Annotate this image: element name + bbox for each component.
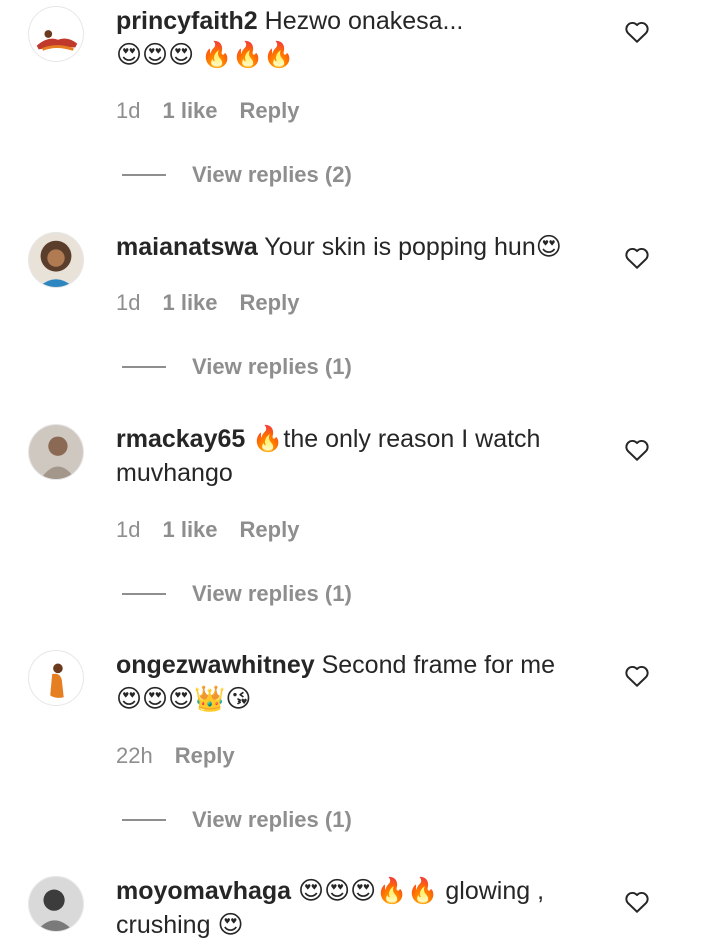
comment-text: moyomavhaga 😍😍😍🔥🔥 glowing , crushing 😍 [116, 874, 596, 942]
comment-time: 1d [116, 517, 141, 542]
comment-emojis: 😍😍😍 🔥🔥🔥 [116, 41, 295, 69]
avatar[interactable] [28, 650, 84, 706]
comment-text: maianatswa Your skin is popping hun😍 [116, 230, 596, 264]
heart-outline-icon[interactable] [624, 664, 650, 688]
reply-button[interactable]: Reply [240, 517, 300, 543]
comment-body: Second frame for me [314, 651, 556, 679]
view-replies-button[interactable]: View replies (2) [122, 162, 352, 188]
comment-text: ongezwawhitney Second frame for me 😍😍😍👑😘 [116, 648, 596, 716]
comment-time: 1d [116, 98, 141, 123]
comment-likes[interactable]: 1 like [162, 517, 217, 543]
comment-emojis: 😍😍😍👑😘 [116, 685, 252, 713]
view-replies-label: View replies (1) [192, 807, 352, 832]
comment-username[interactable]: moyomavhaga [116, 877, 291, 905]
heart-outline-icon[interactable] [624, 438, 650, 462]
comment-meta: 1d 1 like Reply [116, 290, 299, 316]
comment-username[interactable]: maianatswa [116, 233, 258, 261]
comment-likes[interactable]: 1 like [162, 98, 217, 124]
comment-username[interactable]: princyfaith2 [116, 7, 258, 35]
comment-meta: 1d 1 like Reply [116, 517, 299, 543]
view-replies-button[interactable]: View replies (1) [122, 807, 352, 833]
comment-body: Hezwo onakesa... [257, 7, 464, 35]
comment-emojis: 😍 [217, 911, 244, 939]
comment-text: rmackay65 🔥the only reason I watch muvha… [116, 422, 596, 490]
heart-outline-icon[interactable] [624, 20, 650, 44]
avatar[interactable] [28, 876, 84, 932]
avatar[interactable] [28, 424, 84, 480]
comment-text: princyfaith2 Hezwo onakesa... 😍😍😍 🔥🔥🔥 [116, 4, 596, 72]
avatar[interactable] [28, 6, 84, 62]
heart-outline-icon[interactable] [624, 246, 650, 270]
view-replies-label: View replies (1) [192, 354, 352, 379]
comment-meta: 22h Reply [116, 743, 235, 769]
comment-likes[interactable]: 1 like [162, 290, 217, 316]
comment-body: Your skin is popping hun [257, 233, 536, 261]
comment-meta: 1d 1 like Reply [116, 98, 299, 124]
view-replies-button[interactable]: View replies (1) [122, 581, 352, 607]
comment-time: 1d [116, 290, 141, 315]
heart-outline-icon[interactable] [624, 890, 650, 914]
comment-username[interactable]: ongezwawhitney [116, 651, 315, 679]
view-replies-label: View replies (1) [192, 581, 352, 606]
view-replies-label: View replies (2) [192, 162, 352, 187]
avatar[interactable] [28, 232, 84, 288]
divider [122, 366, 166, 368]
reply-button[interactable]: Reply [175, 743, 235, 769]
divider [122, 593, 166, 595]
reply-button[interactable]: Reply [240, 290, 300, 316]
comment-username[interactable]: rmackay65 [116, 425, 245, 453]
comment-time: 22h [116, 743, 153, 768]
view-replies-button[interactable]: View replies (1) [122, 354, 352, 380]
comment-emojis: 😍 [535, 233, 562, 261]
divider [122, 819, 166, 821]
reply-button[interactable]: Reply [240, 98, 300, 124]
divider [122, 174, 166, 176]
